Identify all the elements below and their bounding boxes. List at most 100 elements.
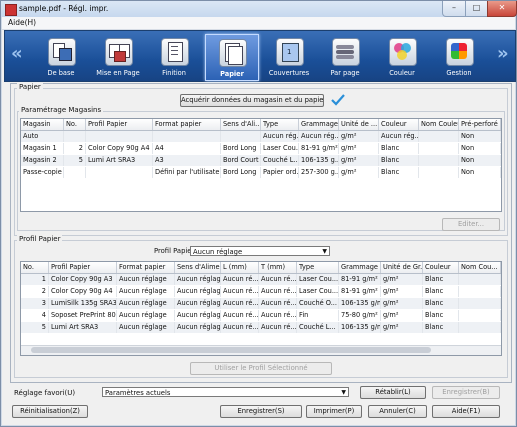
table-cell: Aucun réglage <box>177 322 221 333</box>
col-header[interactable]: Pré-perforé <box>459 119 501 130</box>
col-header[interactable]: Nom Couleur <box>419 119 459 130</box>
paper-icon <box>219 39 247 67</box>
table-cell: 3 <box>21 298 49 309</box>
col-header[interactable]: Nom Cou... <box>459 262 501 273</box>
tray-table-header: Magasin No. Profil Papier Format papier … <box>21 119 501 131</box>
table-cell: Blanc <box>423 310 459 321</box>
table-row[interactable]: 4 Soposet PrePrint 80... Aucun réglage A… <box>21 310 501 321</box>
col-header[interactable]: L (mm) <box>221 262 259 273</box>
table-row[interactable]: 5 Lumi Art SRA3 Aucun réglage Aucun régl… <box>21 322 501 333</box>
table-cell: Aucun ré... <box>223 274 259 285</box>
table-row[interactable]: Magasin 1 2 Color Copy 90g A4 A4 Bord Lo… <box>21 143 501 154</box>
col-header[interactable]: Couleur <box>423 262 459 273</box>
table-row[interactable]: Passe-copie Défini par l'utilisateur Bor… <box>21 167 501 178</box>
table-cell: Auto <box>21 131 64 142</box>
menu-help[interactable]: Aide(H) <box>8 18 36 27</box>
tab-color[interactable]: Couleur <box>376 34 428 79</box>
tab-paper-label: Papier <box>220 70 244 78</box>
table-cell: 2 <box>21 286 49 297</box>
acquire-tray-data-button[interactable]: Acquérir données du magasin et du papier <box>180 94 324 107</box>
table-cell: Aucun réglage <box>117 310 175 321</box>
table-row[interactable]: 2 Color Copy 90g A4 Aucun réglage Aucun … <box>21 286 501 297</box>
tab-covers[interactable]: 1 Couvertures <box>263 34 315 79</box>
favorite-dropdown-value: Paramètres actuels <box>105 389 171 397</box>
table-cell: 106-135 g/m² <box>339 322 381 333</box>
table-cell: Aucun ré... <box>261 298 297 309</box>
tab-per-page[interactable]: Par page <box>319 34 371 79</box>
help-button[interactable]: Aide(F1) <box>432 405 500 418</box>
col-header[interactable]: T (mm) <box>259 262 297 273</box>
print-button[interactable]: Imprimer(P) <box>306 405 362 418</box>
table-cell: Couché O... <box>299 298 339 309</box>
col-header[interactable]: Couleur <box>379 119 419 130</box>
table-cell: Lumi Art SRA3 <box>49 322 117 333</box>
col-header[interactable]: Unité de Gr... <box>381 262 423 273</box>
favorite-dropdown[interactable]: Paramètres actuels ▼ <box>102 387 349 397</box>
table-cell: Couché L... <box>263 155 299 166</box>
save-favorite-button[interactable]: Enregistrer(B) <box>432 386 500 399</box>
table-cell <box>459 298 501 309</box>
restore-button[interactable]: Rétablir(L) <box>360 386 426 399</box>
minimize-button[interactable]: – <box>442 1 466 17</box>
col-header[interactable]: Profil Papier <box>86 119 153 130</box>
col-header[interactable]: Sens d'Ali... <box>221 119 261 130</box>
col-header[interactable]: No. <box>64 119 86 130</box>
table-cell <box>459 286 501 297</box>
col-header[interactable]: Format papier <box>117 262 175 273</box>
profile-table-scrollbar[interactable] <box>21 345 501 355</box>
table-cell: LumiSilk 135g SRA3 <box>51 298 117 309</box>
checkmark-icon <box>331 94 345 106</box>
table-cell: Magasin 1 <box>21 143 64 154</box>
table-cell: Aucun réglage <box>117 286 175 297</box>
col-header[interactable]: Magasin <box>21 119 64 130</box>
scroll-right-icon[interactable]: » <box>497 43 509 64</box>
table-cell: 81-91 g/m² <box>301 143 339 154</box>
table-cell: Non <box>459 155 501 166</box>
table-cell: Fin <box>297 310 339 321</box>
table-cell: Papier ord... <box>263 167 299 178</box>
table-row[interactable]: 1 Color Copy 90g A3 Aucun réglage Aucun … <box>21 274 501 285</box>
col-header[interactable]: Sens d'Alime... <box>175 262 221 273</box>
function-toolbar: « » De base Mise en Page Finition Papier… <box>4 30 516 82</box>
col-header[interactable]: Type <box>297 262 339 273</box>
tab-finishing-label: Finition <box>162 69 186 77</box>
cancel-button[interactable]: Annuler(C) <box>368 405 427 418</box>
table-cell: g/m² <box>339 167 379 178</box>
profile-dropdown[interactable]: Aucun réglage ▼ <box>190 246 330 256</box>
tab-paper[interactable]: Papier <box>205 34 259 81</box>
table-row[interactable]: 3 LumiSilk 135g SRA3 Aucun réglage Aucun… <box>21 298 501 309</box>
table-cell: Lumi Art SRA3 <box>86 155 153 166</box>
table-cell <box>221 131 261 142</box>
table-cell: 5 <box>64 155 86 166</box>
table-cell: Color Copy 90g A4 <box>49 286 117 297</box>
tab-layout[interactable]: Mise en Page <box>92 34 144 79</box>
col-header[interactable]: No. <box>21 262 49 273</box>
scrollbar-thumb[interactable] <box>31 347 431 353</box>
table-row[interactable]: Auto Aucun rég... Aucun rég... g/m² Aucu… <box>21 131 501 142</box>
scroll-left-icon[interactable]: « <box>11 43 23 64</box>
col-header[interactable]: Type <box>261 119 299 130</box>
col-header[interactable]: Format papier <box>153 119 221 130</box>
edit-button[interactable]: Editer... <box>442 218 500 231</box>
close-button[interactable]: ✕ <box>487 1 517 17</box>
col-header[interactable]: Grammage <box>299 119 339 130</box>
col-header[interactable]: Profil Papier <box>49 262 117 273</box>
tab-management[interactable]: Gestion <box>433 34 485 79</box>
save-button[interactable]: Enregistrer(S) <box>220 405 302 418</box>
tab-finishing[interactable]: Finition <box>148 34 200 79</box>
profile-table-header: No. Profil Papier Format papier Sens d'A… <box>21 262 501 274</box>
col-header[interactable]: Grammage <box>339 262 381 273</box>
table-row[interactable]: Magasin 2 5 Lumi Art SRA3 A3 Bord Court … <box>21 155 501 166</box>
chevron-down-icon: ▼ <box>341 389 346 396</box>
tab-basic[interactable]: De base <box>35 34 87 79</box>
app-icon <box>5 4 17 16</box>
reset-button[interactable]: Réinitialisation(Z) <box>12 405 88 418</box>
maximize-button[interactable]: □ <box>465 1 488 17</box>
tab-per-page-label: Par page <box>330 69 360 77</box>
col-header[interactable]: Unité de ... <box>339 119 379 130</box>
table-cell <box>86 131 153 142</box>
use-profile-button[interactable]: Utiliser le Profil Sélectionné <box>190 362 332 375</box>
table-cell: 81-91 g/m² <box>339 286 381 297</box>
table-cell: Blanc <box>423 322 459 333</box>
table-cell: 4 <box>21 310 49 321</box>
